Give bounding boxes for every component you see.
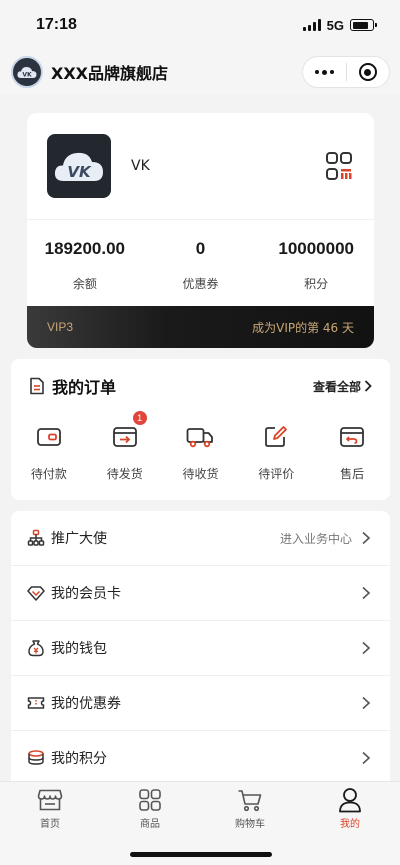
coins-icon <box>27 749 45 767</box>
chevron-right-icon <box>362 531 371 545</box>
order-label: 售后 <box>340 467 365 481</box>
member-code-button[interactable] <box>325 151 353 183</box>
view-all-label: 查看全部 <box>312 379 361 394</box>
logo-text: VK <box>22 72 32 79</box>
return-box-icon <box>338 423 366 451</box>
view-all-orders-link[interactable]: 查看全部 <box>313 378 372 395</box>
store-icon <box>37 788 63 812</box>
grid-icon <box>137 788 163 812</box>
tab-items: 首页 商品 购物车 我的 <box>0 782 400 832</box>
avatar[interactable]: VK <box>47 134 111 198</box>
stat-balance[interactable]: 189200.00 余额 <box>27 239 143 292</box>
account-stats: 189200.00 余额 0 优惠券 10000000 积分 <box>27 239 374 292</box>
order-pending-shipment[interactable]: 1 待发货 <box>87 411 163 482</box>
page-title: XXX品牌旗舰店 <box>51 64 169 83</box>
menu-label: 推广大使 <box>51 531 107 547</box>
money-bag-icon <box>27 639 45 657</box>
order-pending-payment[interactable]: 待付款 <box>11 423 87 482</box>
org-chart-icon <box>27 529 45 547</box>
chevron-right-icon <box>362 696 371 710</box>
card-divider <box>27 219 374 220</box>
nav-bar: VK XXX品牌旗舰店 <box>0 50 400 94</box>
battery-icon <box>350 19 377 31</box>
order-pending-review[interactable]: 待评价 <box>238 423 314 482</box>
tab-home[interactable]: 首页 <box>0 782 100 832</box>
menu-item-points[interactable]: 我的积分 <box>11 731 390 786</box>
status-bar: 17:18 5G <box>0 0 400 50</box>
home-indicator[interactable] <box>130 852 272 857</box>
chevron-right-icon <box>362 586 371 600</box>
store-logo[interactable]: VK <box>11 56 43 88</box>
menu-item-coupons[interactable]: 我的优惠券 <box>11 676 390 731</box>
chevron-right-icon <box>362 751 371 765</box>
edit-icon <box>262 423 290 451</box>
vip-level: VIP3 <box>47 320 74 334</box>
menu-label: 我的积分 <box>51 751 107 767</box>
qr-code-icon <box>326 152 352 180</box>
stat-value: 0 <box>195 239 206 258</box>
order-status-list: 待付款 1 待发货 待收货 待评价 售后 <box>11 411 390 482</box>
person-icon <box>337 788 363 813</box>
mini-program-capsule <box>302 56 390 88</box>
status-time: 17:18 <box>36 16 77 33</box>
order-label: 待发货 <box>106 467 143 481</box>
tab-products[interactable]: 商品 <box>100 782 200 832</box>
stat-label: 优惠券 <box>182 277 219 291</box>
stat-value: 189200.00 <box>44 239 126 258</box>
truck-icon <box>186 423 214 451</box>
chevron-right-icon <box>364 380 372 392</box>
order-after-sales[interactable]: 售后 <box>314 423 390 482</box>
order-label: 待付款 <box>30 467 67 481</box>
menu-item-promoter[interactable]: 推广大使 进入业务中心 <box>11 511 390 566</box>
network-type: 5G <box>326 17 344 33</box>
order-count-badge: 1 <box>132 411 147 425</box>
avatar-text: VK <box>67 163 92 181</box>
order-label: 待收货 <box>182 467 219 481</box>
orders-header: 我的订单 查看全部 <box>11 359 390 413</box>
vip-days: 成为VIP的第 46 天 <box>252 320 354 335</box>
orders-title: 我的订单 <box>52 378 117 397</box>
stat-points[interactable]: 10000000 积分 <box>258 239 374 292</box>
menu-item-wallet[interactable]: 我的钱包 <box>11 621 390 676</box>
menu-label: 我的会员卡 <box>51 586 121 602</box>
stat-label: 余额 <box>72 277 97 291</box>
close-mini-program-button[interactable] <box>347 57 390 87</box>
tab-cart[interactable]: 购物车 <box>200 782 300 832</box>
diamond-icon <box>27 584 45 602</box>
chevron-right-icon <box>362 641 371 655</box>
target-icon <box>358 63 377 81</box>
menu-extra: 进入业务中心 <box>279 531 352 546</box>
tab-bar: 首页 商品 购物车 我的 <box>0 781 400 865</box>
tab-label: 我的 <box>340 819 360 830</box>
menu-item-member-card[interactable]: 我的会员卡 <box>11 566 390 621</box>
username: VK <box>131 158 150 174</box>
tab-label: 商品 <box>140 819 160 830</box>
profile-card: VK VK 189200.00 余额 0 优惠券 10000000 积分 VIP… <box>27 113 374 348</box>
tab-mine[interactable]: 我的 <box>300 782 400 832</box>
cart-icon <box>237 788 263 812</box>
ticket-icon <box>27 694 45 712</box>
menu-label: 我的钱包 <box>51 641 107 657</box>
wallet-icon <box>35 423 63 451</box>
tab-label: 购物车 <box>235 819 265 830</box>
status-indicators: 5G <box>302 17 377 33</box>
order-pending-receipt[interactable]: 待收货 <box>163 423 239 482</box>
orders-card: 我的订单 查看全部 待付款 1 待发货 待收货 待评价 售后 <box>11 359 390 500</box>
tab-label: 首页 <box>40 819 60 830</box>
stat-value: 10000000 <box>278 239 354 258</box>
stat-coupons[interactable]: 0 优惠券 <box>143 239 259 292</box>
signal-icon <box>302 19 321 31</box>
order-label: 待评价 <box>258 467 295 481</box>
menu-list: 推广大使 进入业务中心 我的会员卡 我的钱包 我的优惠券 我的积分 <box>11 511 390 801</box>
more-button[interactable] <box>303 57 346 87</box>
more-dots-icon <box>314 69 334 75</box>
stat-label: 积分 <box>304 277 329 291</box>
menu-label: 我的优惠券 <box>51 696 121 712</box>
order-list-icon <box>30 377 44 395</box>
vip-banner[interactable]: VIP3 成为VIP的第 46 天 <box>27 306 374 348</box>
box-arrow-icon <box>111 423 139 451</box>
